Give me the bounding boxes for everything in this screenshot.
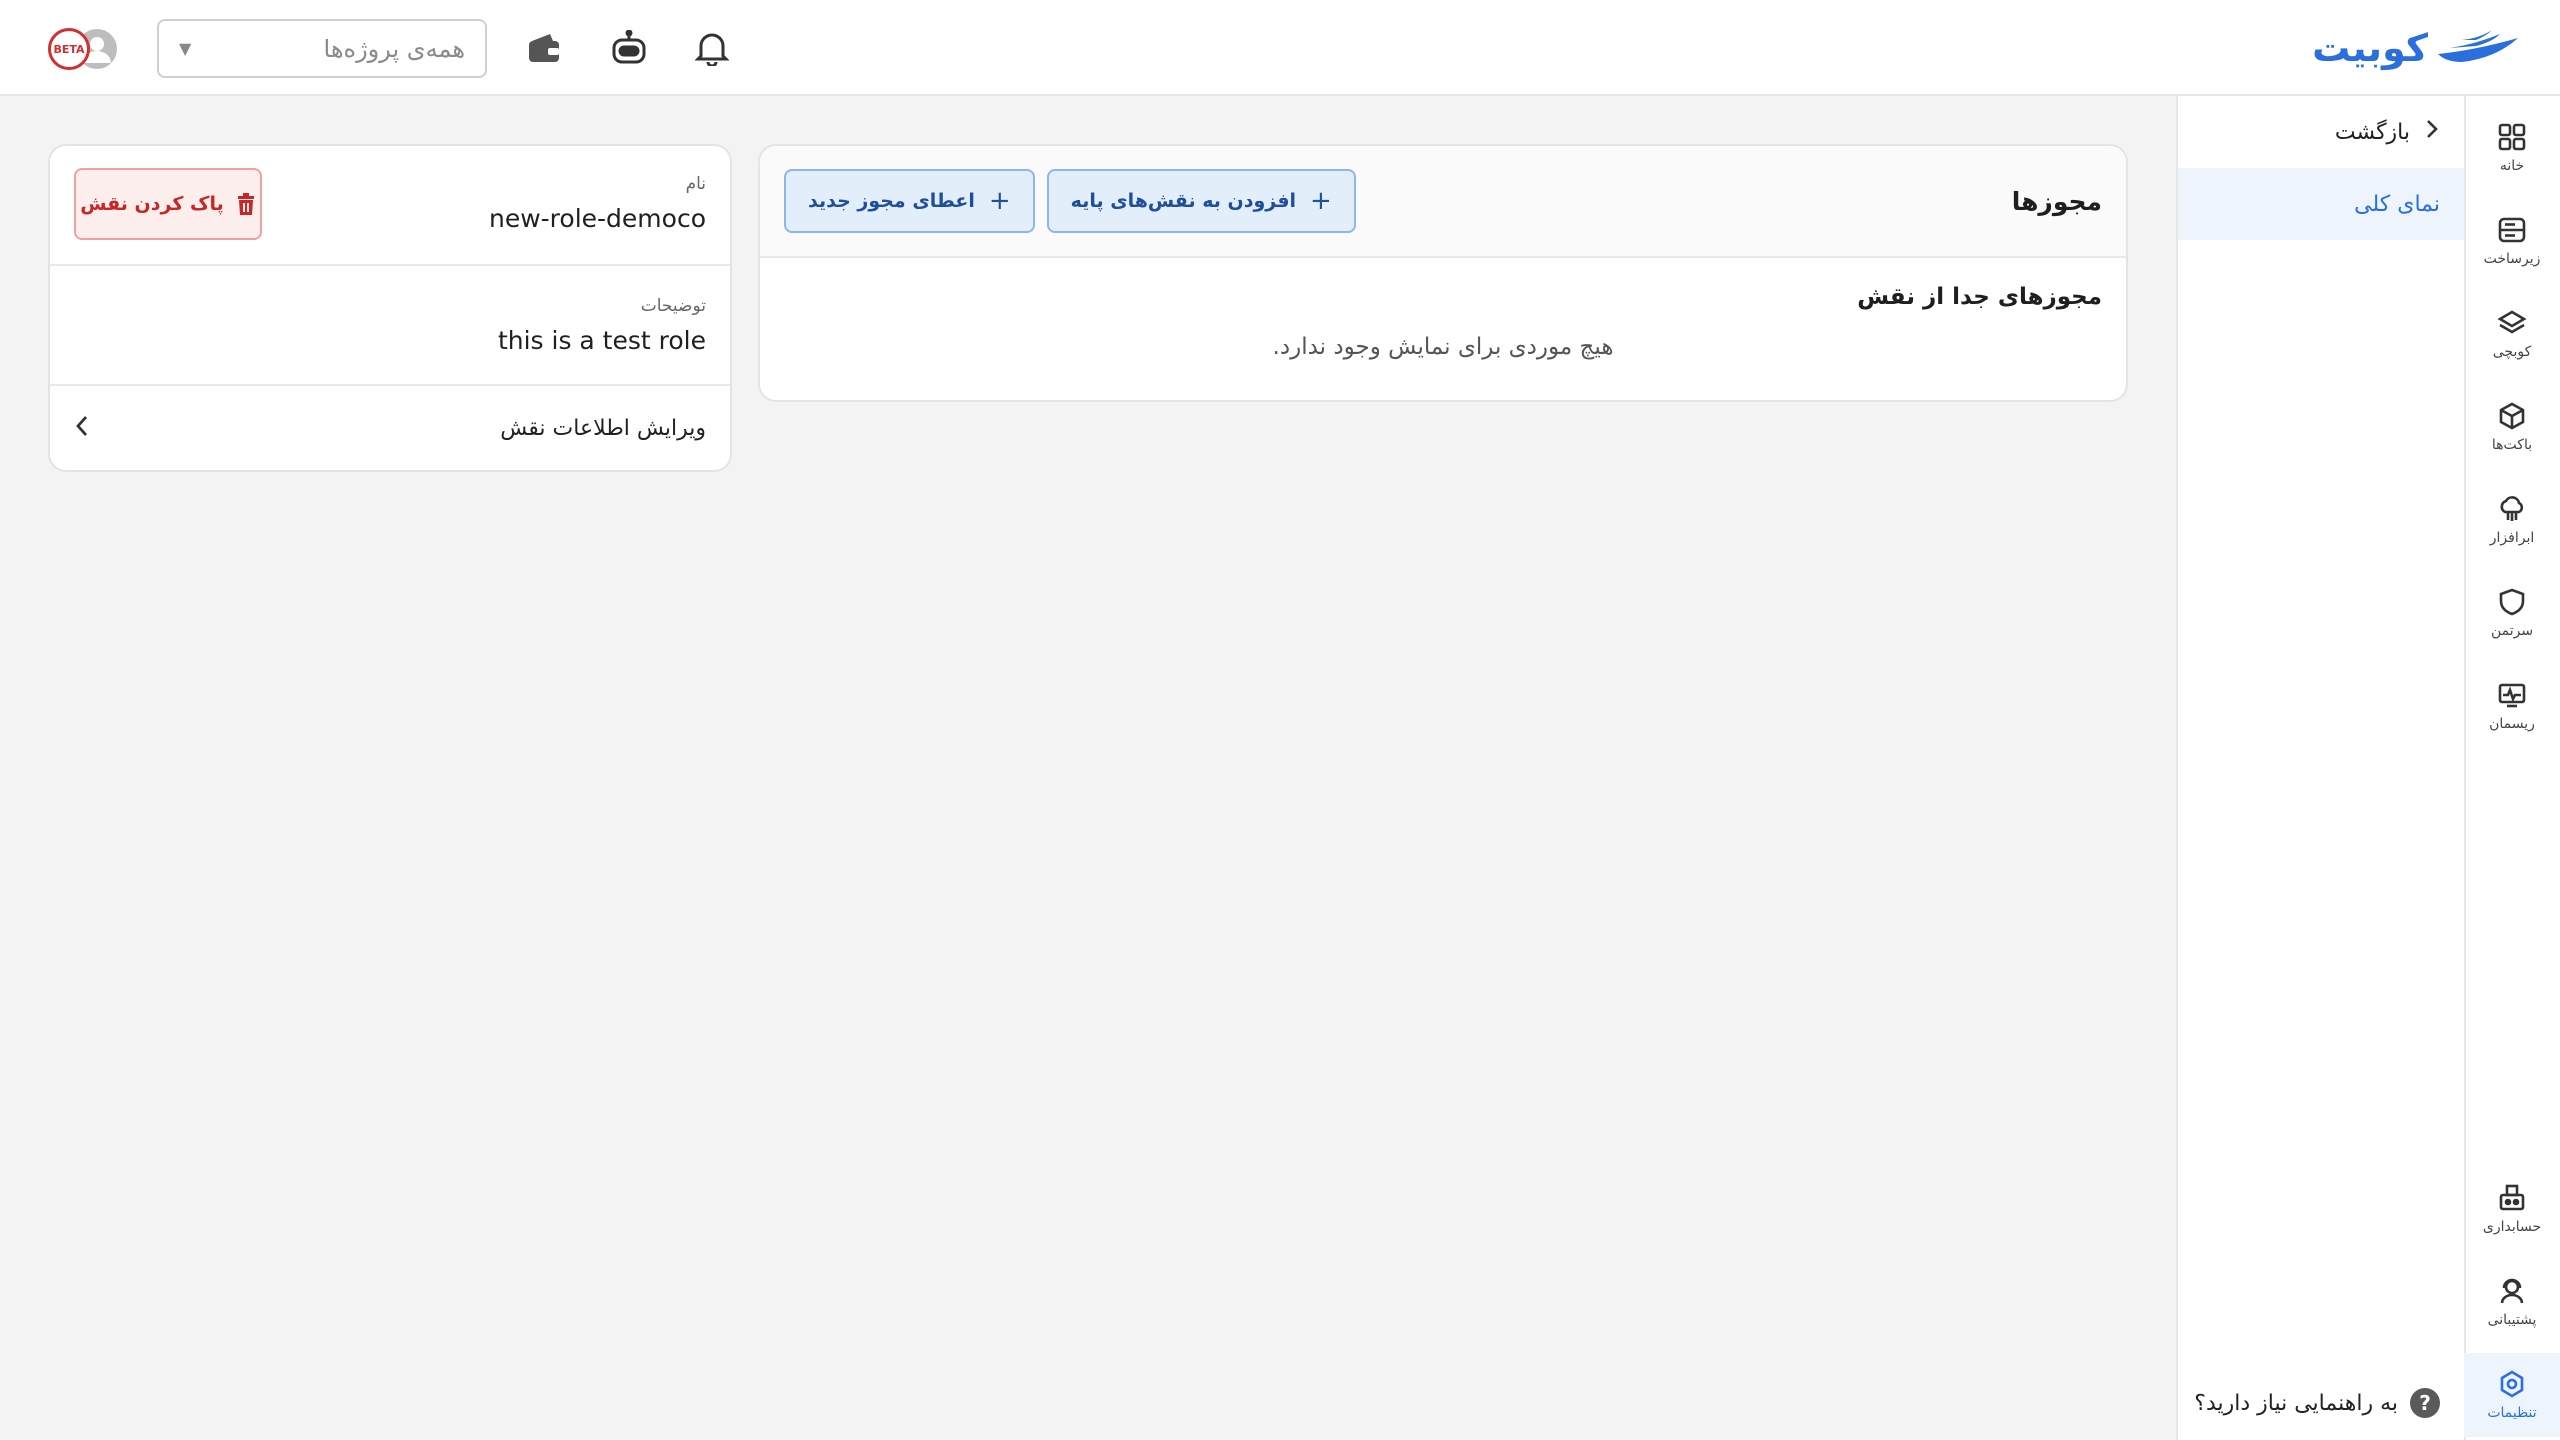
- billing-icon: [2499, 1184, 2525, 1211]
- cloud-icon: [2500, 496, 2524, 521]
- trash-icon: [237, 193, 254, 215]
- rail-item-label: پشتیبانی: [2487, 1312, 2537, 1328]
- bell-icon[interactable]: [688, 24, 736, 72]
- name-value: new-role-democo: [488, 204, 706, 233]
- robot-icon[interactable]: [605, 24, 653, 72]
- rail-item-support[interactable]: پشتیبانی: [2464, 1260, 2560, 1344]
- edit-role-link[interactable]: ویرایش اطلاعات نقش: [50, 386, 730, 470]
- rail-item-home[interactable]: خانه: [2464, 106, 2560, 190]
- help-icon: ?: [2410, 1388, 2440, 1418]
- permissions-header: مجوزها + افزودن به نقش‌های پایه + اعطای …: [760, 146, 2126, 258]
- shield-icon: [2499, 588, 2525, 616]
- button-label: پاک کردن نقش: [80, 193, 224, 215]
- ship-logo-icon: [2438, 30, 2518, 62]
- help-label: به راهنمایی نیاز دارید؟: [2194, 1390, 2398, 1416]
- button-label: افزودن به نقش‌های پایه: [1070, 190, 1297, 212]
- permissions-actions: + افزودن به نقش‌های پایه + اعطای مجوز جد…: [784, 169, 1356, 233]
- separate-permissions-title: مجوزهای جدا از نقش: [1857, 284, 2102, 310]
- chevron-down-icon: ▼: [179, 39, 192, 58]
- grid-icon: [2498, 123, 2526, 151]
- back-link[interactable]: بازگشت: [2178, 96, 2464, 168]
- rail-item-label: حسابداری: [2482, 1219, 2542, 1235]
- grant-new-permission-button[interactable]: + اعطای مجوز جدید: [784, 169, 1035, 233]
- button-label: اعطای مجوز جدید: [808, 190, 975, 212]
- description-label: توضیحات: [640, 296, 706, 316]
- edit-role-label: ویرایش اطلاعات نقش: [500, 415, 706, 441]
- subnav-item-label: نمای کلی: [2354, 191, 2440, 217]
- server-icon: [2498, 217, 2526, 243]
- back-label: بازگشت: [2334, 119, 2410, 145]
- chevron-right-icon: [2424, 117, 2440, 147]
- rail-item-label: ابرافزار: [2489, 530, 2535, 546]
- help-link[interactable]: ? به راهنمایی نیاز دارید؟: [2194, 1388, 2440, 1418]
- wallet-icon[interactable]: [520, 24, 568, 72]
- add-to-base-roles-button[interactable]: + افزودن به نقش‌های پایه: [1046, 169, 1356, 233]
- rail-item-label: زیرساخت: [2483, 251, 2541, 267]
- role-info-card: نام new-role-democo پاک کردن نقش توضیحات…: [48, 144, 732, 472]
- rail-item-label: کوبچی: [2492, 344, 2532, 360]
- name-label: نام: [685, 174, 706, 194]
- support-icon: [2500, 1278, 2524, 1304]
- rail-item-label: سرتمن: [2490, 623, 2534, 639]
- user-menu[interactable]: BETA: [44, 22, 124, 74]
- layers-icon: [2497, 310, 2527, 334]
- cube-icon: [2499, 402, 2525, 430]
- rail-item-label: خانه: [2499, 158, 2525, 174]
- role-name-row: نام new-role-democo پاک کردن نقش: [50, 146, 730, 266]
- rail-item-sertaman[interactable]: سرتمن: [2464, 571, 2560, 655]
- top-bar: کوبیت همه‌ی پروژه‌ها ▼: [0, 0, 2560, 96]
- brand-logo[interactable]: کوبیت: [2312, 22, 2520, 74]
- plus-icon: +: [988, 186, 1011, 216]
- rail-item-label: تنظیمات: [2487, 1405, 2537, 1421]
- rail-item-label: ریسمان: [2489, 716, 2535, 732]
- beta-badge: BETA: [48, 28, 90, 70]
- permissions-title: مجوزها: [2011, 186, 2102, 216]
- project-select[interactable]: همه‌ی پروژه‌ها ▼: [157, 19, 487, 78]
- permissions-card: مجوزها + افزودن به نقش‌های پایه + اعطای …: [758, 144, 2128, 402]
- chevron-left-icon: [74, 413, 90, 443]
- plus-icon: +: [1310, 186, 1332, 216]
- role-description-row: توضیحات this is a test role: [50, 266, 730, 386]
- settings-icon: [2500, 1370, 2524, 1398]
- rail-item-billing[interactable]: حسابداری: [2464, 1167, 2560, 1251]
- rail-item-risman[interactable]: ریسمان: [2464, 664, 2560, 748]
- brand-name: کوبیت: [2312, 26, 2429, 70]
- empty-state-text: هیچ موردی برای نمایش وجود ندارد.: [1272, 334, 1614, 360]
- subnav-item-overview[interactable]: نمای کلی: [2178, 168, 2464, 240]
- rail-item-label: باکت‌ها: [2491, 437, 2533, 453]
- rail-item-settings[interactable]: تنظیمات: [2464, 1353, 2560, 1437]
- project-select-placeholder: همه‌ی پروژه‌ها: [323, 34, 465, 63]
- description-value: this is a test role: [497, 326, 706, 355]
- rail-item-infrastructure[interactable]: زیرساخت: [2464, 199, 2560, 283]
- rail-item-kubchi[interactable]: کوبچی: [2464, 292, 2560, 376]
- icon-rail: خانه زیرساخت کوبچی باکت‌ها ابرافزار سرتم…: [2464, 96, 2560, 1440]
- rail-item-cloud-apps[interactable]: ابرافزار: [2464, 478, 2560, 562]
- delete-role-button[interactable]: پاک کردن نقش: [74, 168, 262, 240]
- rail-item-buckets[interactable]: باکت‌ها: [2464, 385, 2560, 469]
- monitor-icon: [2498, 683, 2526, 708]
- settings-subnav: بازگشت نمای کلی ? به راهنمایی نیاز دارید…: [2176, 96, 2464, 1440]
